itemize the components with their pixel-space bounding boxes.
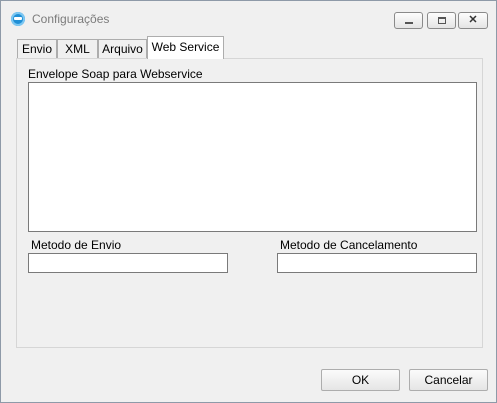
- metodo-envio-label: Metodo de Envio: [31, 238, 122, 252]
- envelope-soap-label: Envelope Soap para Webservice: [28, 67, 203, 81]
- settings-window: Configurações ✕ Envio XML Arquivo Web Se…: [0, 0, 497, 403]
- metodo-envio-input[interactable]: [28, 253, 228, 273]
- title-bar: Configurações ✕: [1, 1, 496, 32]
- metodo-cancelamento-label: Metodo de Cancelamento: [280, 238, 418, 252]
- close-button[interactable]: ✕: [458, 12, 488, 29]
- maximize-icon: [438, 17, 446, 24]
- tab-xml[interactable]: XML: [57, 39, 98, 58]
- soap-app-icon: [11, 12, 25, 26]
- close-icon: ✕: [468, 14, 478, 26]
- maximize-button[interactable]: [427, 12, 456, 29]
- minimize-icon: [405, 22, 413, 24]
- tab-arquivo[interactable]: Arquivo: [98, 39, 147, 58]
- metodo-cancelamento-input[interactable]: [277, 253, 477, 273]
- cancel-button[interactable]: Cancelar: [409, 369, 488, 391]
- tab-envio[interactable]: Envio: [17, 39, 57, 58]
- envelope-soap-textarea[interactable]: [28, 82, 477, 232]
- minimize-button[interactable]: [394, 12, 423, 29]
- window-title: Configurações: [32, 12, 110, 26]
- ok-button[interactable]: OK: [321, 369, 400, 391]
- tab-web-service[interactable]: Web Service: [147, 36, 224, 59]
